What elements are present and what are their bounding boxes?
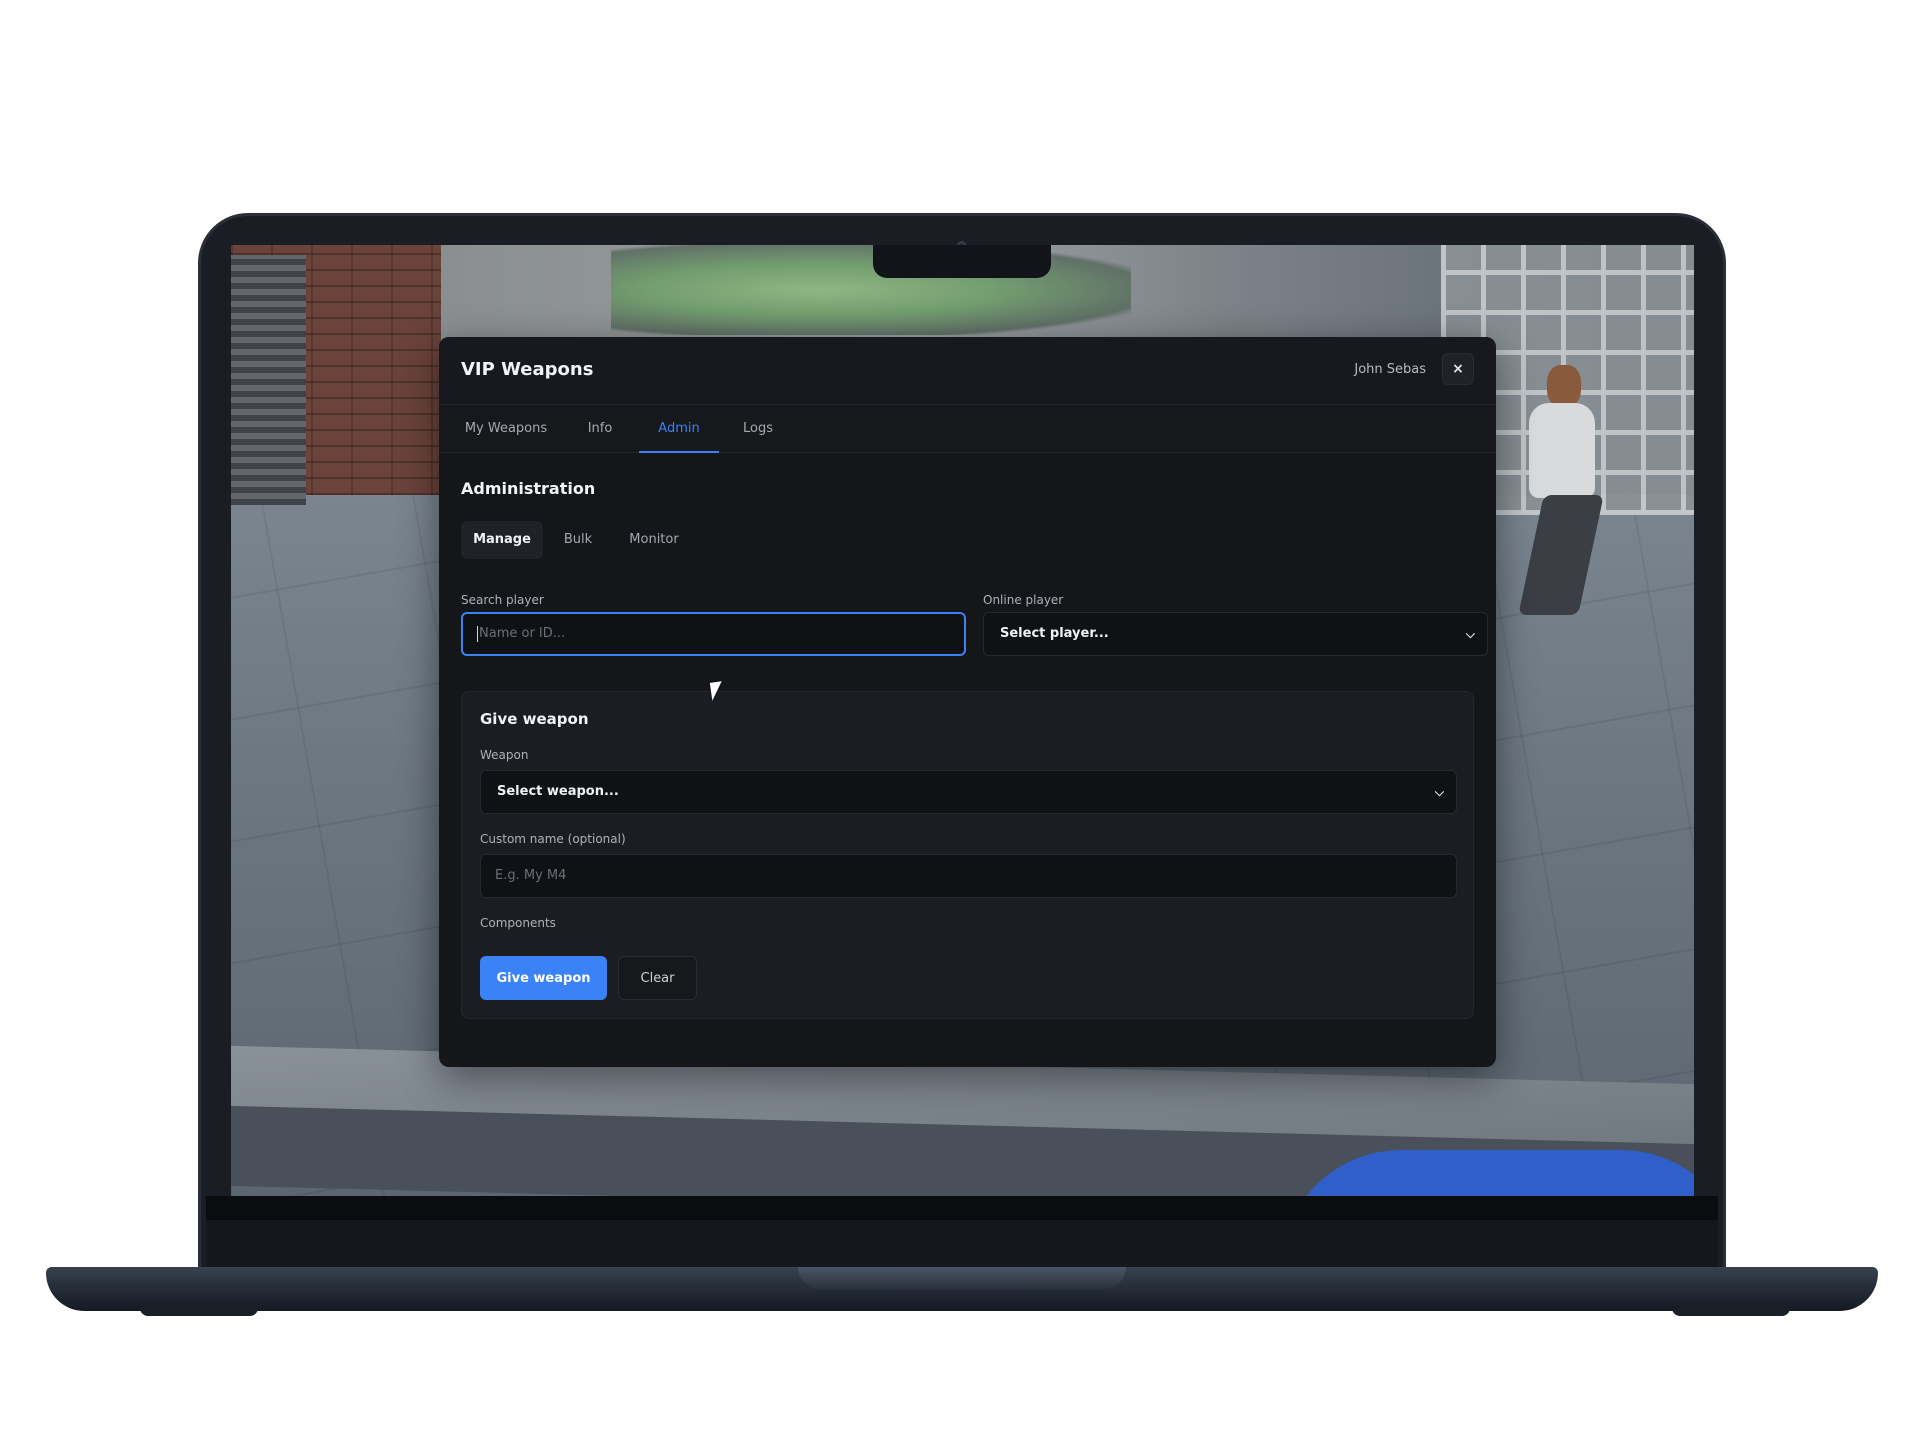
give-weapon-button[interactable]: Give weapon (480, 956, 607, 1000)
laptop-foot-left (140, 1308, 258, 1316)
subtab-monitor[interactable]: Monitor (619, 521, 689, 559)
custom-name-label: Custom name (optional) (480, 832, 626, 846)
custom-name-input[interactable]: E.g. My M4 (480, 854, 1457, 898)
give-weapon-title: Give weapon (480, 710, 589, 728)
chevron-down-icon: ⌵ (1434, 785, 1444, 799)
weapon-label: Weapon (480, 748, 529, 762)
subtab-bulk[interactable]: Bulk (553, 521, 603, 559)
game-graffiti (611, 245, 1131, 335)
components-label: Components (480, 916, 556, 930)
screen-notch (873, 245, 1051, 278)
clear-button[interactable]: Clear (618, 956, 697, 1000)
online-player-value: Select player... (1000, 626, 1109, 641)
tab-info[interactable]: Info (580, 405, 620, 453)
subtab-manage[interactable]: Manage (461, 521, 543, 559)
text-caret (477, 625, 478, 642)
give-weapon-card: Give weapon Weapon Select weapon... ⌵ Cu… (461, 691, 1474, 1019)
game-character (1518, 365, 1604, 625)
screen-chin (206, 1196, 1718, 1220)
tab-logs[interactable]: Logs (736, 405, 780, 453)
close-button[interactable]: × (1442, 353, 1474, 385)
lower-bezel (206, 1220, 1718, 1270)
close-icon: × (1452, 361, 1464, 377)
search-placeholder: Name or ID... (479, 626, 566, 641)
section-title: Administration (461, 479, 596, 498)
search-player-input[interactable]: Name or ID... (461, 612, 966, 656)
weapon-select-value: Select weapon... (497, 784, 619, 799)
user-name: John Sebas (1354, 362, 1426, 377)
search-player-label: Search player (461, 593, 544, 607)
mouse-pointer-icon (709, 681, 725, 701)
online-player-label: Online player (983, 593, 1064, 607)
page-title: VIP Weapons (461, 359, 594, 380)
tab-admin[interactable]: Admin (639, 405, 719, 453)
vip-weapons-panel: VIP Weapons John Sebas × My Weapons Info… (439, 337, 1496, 1067)
online-player-select[interactable]: Select player... ⌵ (983, 612, 1488, 656)
tab-my-weapons[interactable]: My Weapons (461, 405, 551, 453)
custom-name-placeholder: E.g. My M4 (495, 868, 567, 883)
panel-header: VIP Weapons John Sebas × (439, 337, 1496, 405)
laptop-foot-right (1672, 1308, 1790, 1316)
main-tabs: My Weapons Info Admin Logs (439, 405, 1496, 453)
chevron-down-icon: ⌵ (1465, 627, 1475, 641)
laptop-hinge (798, 1267, 1126, 1289)
weapon-select[interactable]: Select weapon... ⌵ (480, 770, 1457, 814)
game-shutter (231, 255, 306, 505)
